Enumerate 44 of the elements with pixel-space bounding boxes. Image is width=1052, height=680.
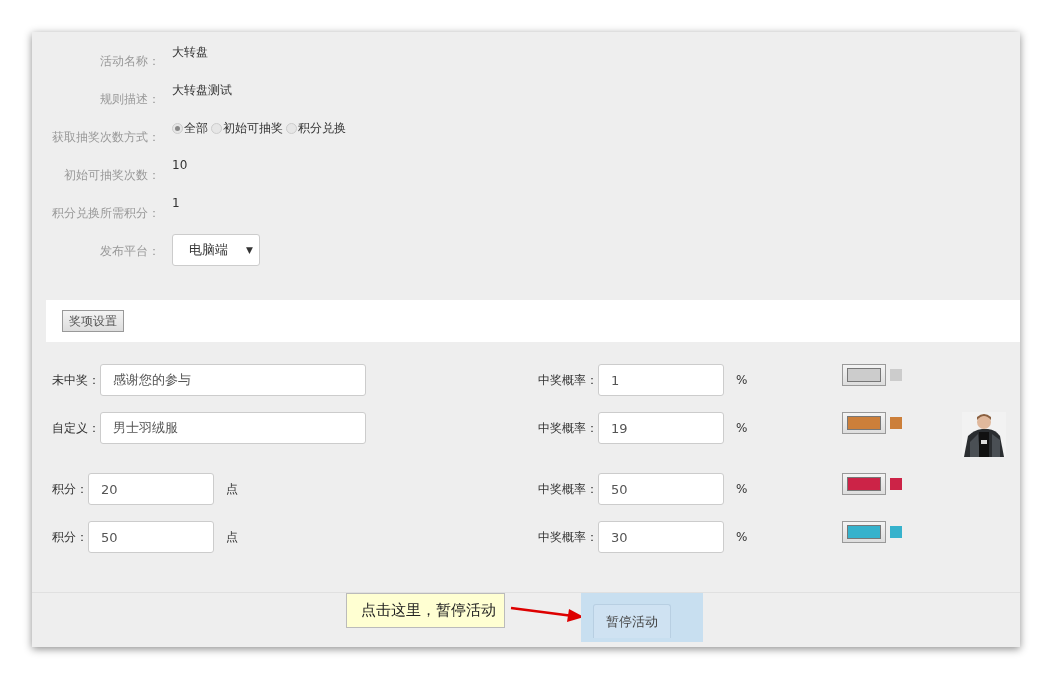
prize-name-input[interactable]: 男士羽绒服: [100, 412, 366, 444]
probability-input[interactable]: 50: [598, 473, 724, 505]
field-label: 发布平台：: [99, 243, 160, 260]
radio-option[interactable]: 积分兑换: [286, 120, 346, 137]
hint-tooltip: 点击这里，暂停活动: [346, 593, 505, 628]
color-picker-button[interactable]: [842, 473, 886, 495]
prize-label: 积分：: [52, 480, 88, 498]
percent-label: %: [736, 421, 748, 435]
prize-label: 积分：: [52, 528, 88, 546]
color-picker-button[interactable]: [842, 412, 886, 434]
pause-button[interactable]: 暂停活动: [593, 604, 671, 638]
percent-label: %: [736, 482, 748, 496]
color-picker-button[interactable]: [842, 364, 886, 386]
probability-input[interactable]: 1: [598, 364, 724, 396]
points-input[interactable]: 50: [88, 521, 214, 553]
probability-label: 中奖概率：: [538, 419, 598, 437]
percent-label: %: [736, 530, 748, 544]
field-label: 规则描述：: [99, 91, 160, 108]
prize-label: 未中奖：: [52, 371, 100, 389]
field-label: 初始可抽奖次数：: [63, 167, 160, 184]
probability-input[interactable]: 30: [598, 521, 724, 553]
probability-label: 中奖概率：: [538, 528, 598, 546]
caret-icon: ▼: [246, 245, 253, 255]
percent-label: %: [736, 373, 748, 387]
field-value: 10: [172, 158, 188, 172]
prize-settings-button[interactable]: 奖项设置: [62, 310, 124, 332]
radio-option[interactable]: 全部: [172, 120, 208, 137]
points-input[interactable]: 20: [88, 473, 214, 505]
platform-select[interactable]: 电脑端 ▼: [172, 234, 260, 266]
field-value: 大转盘: [172, 44, 208, 61]
color-picker-button[interactable]: [842, 521, 886, 543]
probability-input[interactable]: 19: [598, 412, 724, 444]
radio-option[interactable]: 初始可抽奖: [211, 120, 283, 137]
prize-label: 自定义：: [52, 419, 100, 437]
unit-label: 点: [226, 528, 238, 546]
prize-name-input[interactable]: 感谢您的参与: [100, 364, 366, 396]
field-label: 活动名称：: [99, 53, 160, 70]
field-label: 积分兑换所需积分：: [51, 205, 160, 222]
probability-label: 中奖概率：: [538, 480, 598, 498]
field-label: 获取抽奖次数方式：: [51, 129, 160, 146]
probability-label: 中奖概率：: [538, 371, 598, 389]
field-value: 1: [172, 196, 180, 210]
field-value: 大转盘测试: [172, 82, 232, 99]
unit-label: 点: [226, 480, 238, 498]
